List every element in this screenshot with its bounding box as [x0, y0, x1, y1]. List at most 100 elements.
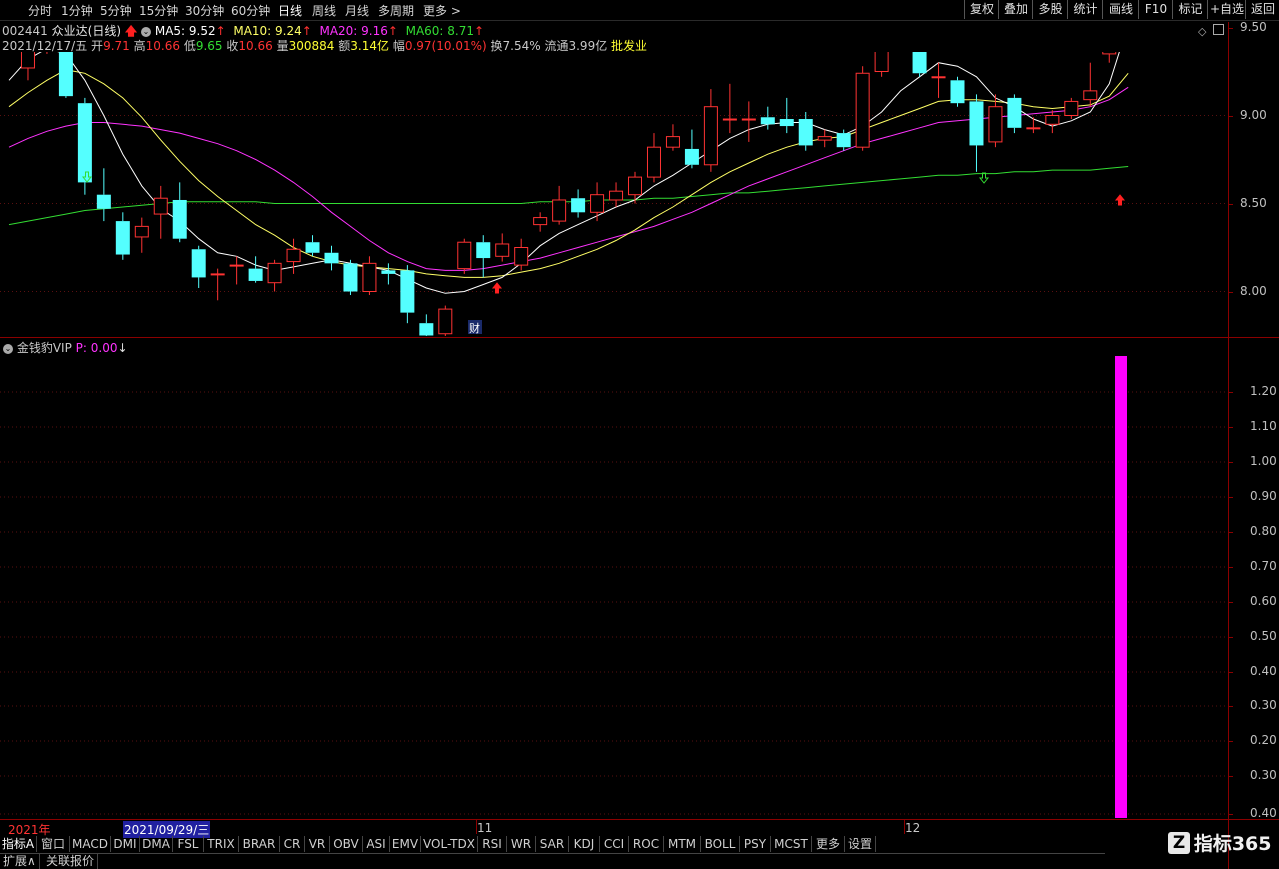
candle[interactable] [969, 94, 984, 172]
period-15min[interactable]: 15分钟 [139, 2, 178, 19]
candle[interactable] [1064, 97, 1079, 120]
indicator-tab[interactable]: 更多 [812, 836, 845, 852]
candle[interactable] [1102, 52, 1117, 63]
candle[interactable] [267, 259, 282, 292]
expand-button[interactable]: 扩展∧ [0, 854, 40, 869]
candle[interactable] [419, 314, 434, 336]
candle[interactable] [495, 233, 510, 262]
candle[interactable] [457, 238, 472, 274]
indicator-tab[interactable]: RSI [478, 836, 507, 852]
collapse-icon[interactable]: ⌄ [141, 26, 152, 37]
indicator-tab[interactable]: BRAR [239, 836, 280, 852]
candle[interactable] [343, 259, 358, 296]
candle[interactable] [1045, 110, 1060, 134]
indicator-tab[interactable]: PSY [740, 836, 771, 852]
indicator-tab[interactable]: CR [280, 836, 305, 852]
cai-badge[interactable]: 财 [469, 321, 480, 335]
candle[interactable] [96, 168, 111, 222]
huaxian-button[interactable]: 画线 [1102, 0, 1139, 19]
period-30min[interactable]: 30分钟 [185, 2, 224, 19]
indicator-tab[interactable]: 设置 [845, 836, 876, 852]
candle[interactable] [665, 124, 680, 151]
candle[interactable] [646, 133, 661, 183]
candle[interactable] [628, 171, 643, 204]
period-1min[interactable]: 1分钟 [61, 2, 93, 19]
candle[interactable] [77, 97, 92, 195]
candle[interactable] [798, 111, 813, 151]
candle[interactable] [1026, 117, 1041, 134]
industry-label[interactable]: 批发业 [611, 39, 647, 53]
candle[interactable] [874, 52, 889, 77]
duogu-button[interactable]: 多股 [1032, 0, 1068, 19]
indicator-tab[interactable]: FSL [173, 836, 204, 852]
indicator-tab[interactable]: ROC [629, 836, 664, 852]
period-fenshi[interactable]: 分时 [28, 2, 52, 19]
candle[interactable] [210, 268, 225, 301]
indicator-tab[interactable]: KDJ [569, 836, 600, 852]
indicator-tab[interactable]: TRIX [204, 836, 239, 852]
candle[interactable] [172, 182, 187, 243]
indicator-tab[interactable]: BOLL [701, 836, 740, 852]
candle[interactable] [779, 97, 794, 134]
period-more[interactable]: 更多 > [423, 2, 461, 19]
candle[interactable] [552, 185, 567, 225]
period-weekly[interactable]: 周线 [312, 2, 336, 19]
candle[interactable] [115, 212, 130, 260]
candle[interactable] [950, 76, 965, 107]
candle[interactable] [153, 185, 168, 239]
candle[interactable] [324, 245, 339, 271]
indicator-tab[interactable]: 窗口 [37, 836, 70, 852]
diamond-icon[interactable]: ◇ [1198, 25, 1206, 38]
candle[interactable] [438, 305, 453, 336]
candle[interactable] [855, 66, 870, 151]
window-restore-icon[interactable] [1213, 24, 1224, 35]
candle[interactable] [533, 212, 548, 232]
indicator-tab[interactable]: VR [305, 836, 330, 852]
candle[interactable] [248, 256, 263, 283]
candle[interactable] [1007, 94, 1022, 134]
candle[interactable] [514, 238, 529, 271]
candle[interactable] [931, 62, 946, 98]
candle[interactable] [817, 129, 832, 148]
indicator-tab[interactable]: CCI [600, 836, 629, 852]
candle[interactable] [590, 182, 605, 222]
indicator-tab[interactable]: OBV [330, 836, 363, 852]
indicator-chart[interactable] [0, 340, 1228, 818]
diejia-button[interactable]: 叠加 [998, 0, 1033, 19]
indicator-tab[interactable]: SAR [536, 836, 569, 852]
indicator-tab[interactable]: MTM [664, 836, 701, 852]
period-multi[interactable]: 多周期 [378, 2, 414, 19]
tongji-button[interactable]: 统计 [1067, 0, 1103, 19]
candle[interactable] [1083, 62, 1098, 107]
indicator-tab[interactable]: ASI [363, 836, 390, 852]
period-60min[interactable]: 60分钟 [231, 2, 270, 19]
period-daily[interactable]: 日线 [278, 2, 302, 19]
period-monthly[interactable]: 月线 [345, 2, 369, 19]
candle[interactable] [703, 89, 718, 172]
indicator-tab[interactable]: DMI [111, 836, 140, 852]
candle[interactable] [741, 101, 756, 142]
indicator-tab[interactable]: EMV [390, 836, 421, 852]
related-quote-button[interactable]: 关联报价 [43, 854, 99, 869]
back-button[interactable]: 返回 [1245, 0, 1279, 19]
candle[interactable] [191, 245, 206, 288]
candle[interactable] [229, 256, 244, 285]
candle[interactable] [571, 189, 586, 218]
candle[interactable] [305, 235, 320, 257]
biaoji-button[interactable]: 标记 [1172, 0, 1208, 19]
candle[interactable] [476, 235, 491, 278]
candle[interactable] [722, 83, 737, 134]
indicator-tab[interactable]: VOL-TDX [421, 836, 478, 852]
add-watchlist-button[interactable]: +自选 [1207, 0, 1246, 19]
candle[interactable] [58, 52, 73, 98]
f10-button[interactable]: F10 [1138, 0, 1173, 19]
candle[interactable] [684, 129, 699, 169]
indicator-tab[interactable]: MACD [70, 836, 111, 852]
indicator-tab[interactable]: DMA [140, 836, 173, 852]
candle[interactable] [912, 52, 927, 77]
candlestick-chart[interactable]: 10.66←7.69财 [0, 52, 1228, 336]
candle[interactable] [40, 52, 53, 54]
candle[interactable] [362, 256, 377, 296]
indicator-tab[interactable]: 指标A [0, 836, 37, 852]
candle[interactable] [134, 217, 149, 253]
